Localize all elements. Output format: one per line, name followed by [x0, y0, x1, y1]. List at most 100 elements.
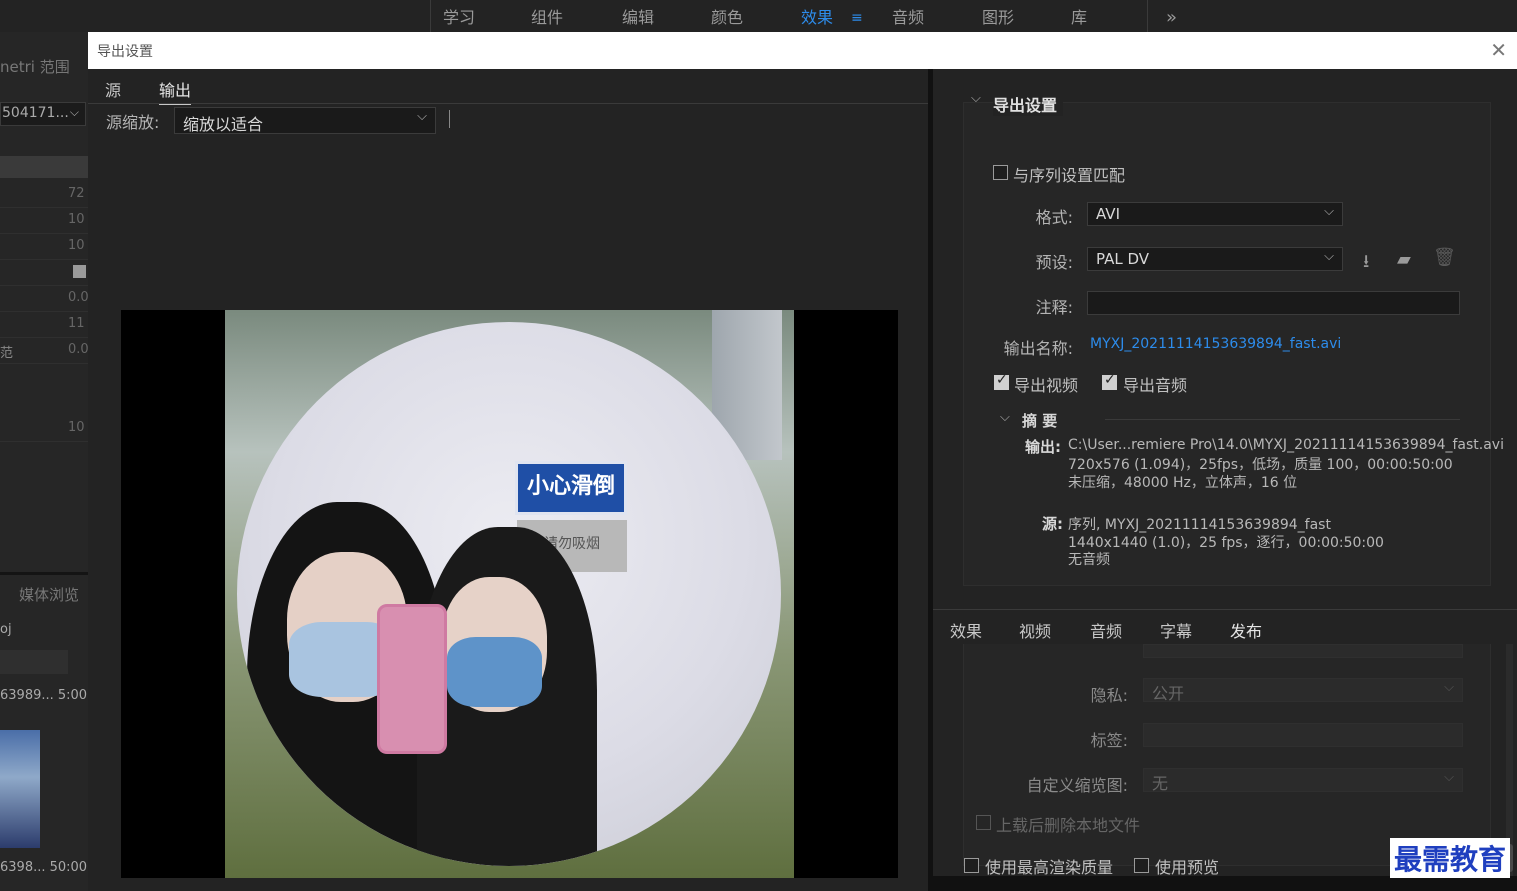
section-title: 导出设置	[993, 92, 1064, 116]
publish-field[interactable]	[1143, 644, 1463, 658]
phone-image	[377, 604, 447, 754]
delete-local-checkbox[interactable]	[976, 815, 991, 830]
project-item[interactable]: oj	[0, 622, 12, 637]
tags-label: 标签:	[1090, 731, 1128, 750]
checkbox[interactable]	[73, 265, 86, 278]
comment-label: 注释:	[1035, 298, 1073, 317]
tab-captions[interactable]: 字幕	[1160, 618, 1192, 642]
output-name-link[interactable]: MYXJ_20211114153639894_fast.avi	[1090, 336, 1341, 352]
export-video-label: 导出视频	[1014, 376, 1079, 395]
match-sequence-checkbox[interactable]	[993, 165, 1008, 180]
tab-video[interactable]: 视频	[1019, 618, 1051, 642]
footer-divider	[933, 876, 1517, 891]
list-item[interactable]: 0.0	[0, 286, 89, 312]
tab-output[interactable]: 输出	[159, 77, 192, 105]
privacy-label: 隐私:	[1090, 686, 1128, 705]
chevron-down-icon[interactable]: ⌵	[971, 91, 981, 106]
chevron-down-icon: ⌵	[1444, 680, 1454, 695]
lumetri-scopes-panel: netri 范围 504171... ⌵ 72 10 10 0.0 11 范 0.…	[0, 32, 89, 891]
list-item[interactable]: 10	[0, 208, 88, 234]
preview-pane: 源 输出 源缩放: 缩放以适合 ⌵ 小心滑倒 请勿吸烟	[88, 69, 928, 891]
source-scale-label: 源缩放:	[106, 113, 160, 132]
clip-thumbnail[interactable]	[0, 730, 40, 848]
sequence-dropdown[interactable]: 504171... ⌵	[0, 102, 86, 126]
close-icon[interactable]: ✕	[1490, 38, 1507, 62]
summary-source-line: 序列, MYXJ_20211114153639894_fast	[1068, 517, 1331, 533]
media-browser-tab[interactable]: 媒体浏览	[19, 584, 79, 605]
panel-title[interactable]: netri 范围	[0, 56, 70, 77]
workspace-effects[interactable]: 效果	[801, 0, 833, 32]
sequence-dropdown-value: 504171...	[2, 105, 69, 121]
summary-divider	[1105, 419, 1460, 420]
clip-label: 6398... 50:00	[0, 860, 88, 875]
save-preset-icon[interactable]: ⭳	[1363, 249, 1369, 279]
import-preset-icon[interactable]: ▰	[1397, 249, 1411, 270]
source-scale-dropdown[interactable]: 缩放以适合 ⌵	[174, 107, 436, 134]
thumbnail-dropdown[interactable]: 无 ⌵	[1143, 768, 1463, 793]
comment-field[interactable]	[1087, 291, 1460, 315]
match-sequence-label: 与序列设置匹配	[1013, 166, 1126, 185]
workspace-color[interactable]: 颜色	[711, 0, 743, 32]
max-render-quality-checkbox[interactable]	[964, 858, 979, 873]
sign-image: 小心滑倒	[515, 461, 627, 515]
list-item[interactable]: 10	[0, 234, 88, 260]
workspace-learn[interactable]: 学习	[443, 0, 475, 32]
workspace-separator	[430, 0, 431, 32]
workspace-bar: 学习 组件 编辑 颜色 效果 ≡ 音频 图形 库 »	[0, 0, 1517, 32]
summary-output-key: 输出:	[1025, 438, 1061, 456]
export-video-checkbox[interactable]	[994, 372, 1009, 390]
list-item[interactable]: 11	[0, 312, 88, 338]
chevron-down-icon: ⌵	[1324, 204, 1334, 219]
person-image	[447, 637, 542, 707]
list-item[interactable]	[0, 260, 88, 286]
privacy-dropdown[interactable]: 公开 ⌵	[1143, 678, 1463, 703]
tab-audio[interactable]: 音频	[1090, 618, 1122, 642]
settings-pane: ⌵ 导出设置 与序列设置匹配 格式: AVI ⌵ 预设: PAL DV ⌵ ⭳ …	[933, 69, 1517, 891]
list-item[interactable]: 范 0.0	[0, 338, 89, 364]
output-name-label: 输出名称:	[1003, 339, 1073, 358]
summary-output-line: 未压缩，48000 Hz，立体声，16 位	[1068, 475, 1298, 491]
export-audio-label: 导出音频	[1123, 376, 1188, 395]
bottom-tabbar: 效果 视频 音频 字幕 发布	[933, 609, 1517, 646]
chevron-down-icon: ⌵	[1444, 770, 1454, 785]
format-label: 格式:	[1035, 208, 1073, 227]
workspace-audio[interactable]: 音频	[892, 0, 924, 32]
workspace-graphics[interactable]: 图形	[982, 0, 1014, 32]
summary-title: 摘 要	[1022, 412, 1058, 430]
watermark-logo: 最需教育	[1389, 838, 1510, 878]
tab-publish[interactable]: 发布	[1230, 618, 1263, 646]
tab-source[interactable]: 源	[105, 77, 121, 101]
max-render-quality-label: 使用最高渲染质量	[985, 858, 1114, 877]
preset-dropdown[interactable]: PAL DV ⌵	[1087, 247, 1343, 271]
use-preview-checkbox[interactable]	[1134, 858, 1149, 873]
preset-label: 预设:	[1035, 253, 1073, 272]
tags-field[interactable]	[1143, 723, 1463, 747]
summary-source-key: 源:	[1042, 515, 1063, 533]
workspace-more-icon[interactable]: »	[1166, 0, 1177, 32]
clip-label: 63989... 5:00	[0, 688, 88, 703]
workspace-libraries[interactable]: 库	[1071, 0, 1087, 32]
tab-effects[interactable]: 效果	[950, 618, 982, 642]
chevron-down-icon[interactable]: ⌵	[1000, 410, 1010, 425]
tab-divider	[88, 103, 928, 104]
search-field[interactable]	[0, 650, 68, 674]
workspace-menu-icon[interactable]: ≡	[851, 0, 863, 32]
export-settings-dialog: 导出设置 ✕ 源 输出 源缩放: 缩放以适合 ⌵ 小心滑倒 请勿吸烟 ⌵ 导出设…	[88, 32, 1517, 891]
dialog-titlebar[interactable]: 导出设置 ✕	[88, 32, 1517, 69]
summary-output-line: C:\User...remiere Pro\14.0\MYXJ_20211114…	[1068, 437, 1504, 453]
workspace-assembly[interactable]: 组件	[531, 0, 563, 32]
delete-preset-icon[interactable]: 🗑	[1433, 247, 1456, 268]
chevron-down-icon: ⌵	[1324, 249, 1334, 264]
workspace-editing[interactable]: 编辑	[622, 0, 654, 32]
summary-source-line: 无音频	[1068, 552, 1110, 568]
list-item[interactable]: 10	[0, 416, 88, 442]
chevron-down-icon: ⌵	[417, 109, 427, 124]
format-dropdown[interactable]: AVI ⌵	[1087, 202, 1343, 226]
list-item[interactable]: 72	[0, 182, 88, 208]
video-preview[interactable]: 小心滑倒 请勿吸烟	[121, 310, 898, 878]
circle-mask: 小心滑倒 请勿吸烟	[237, 322, 781, 866]
toolbar-separator	[449, 110, 450, 128]
dialog-title: 导出设置	[97, 44, 153, 60]
export-audio-checkbox[interactable]	[1102, 372, 1117, 390]
use-preview-label: 使用预览	[1155, 858, 1220, 877]
